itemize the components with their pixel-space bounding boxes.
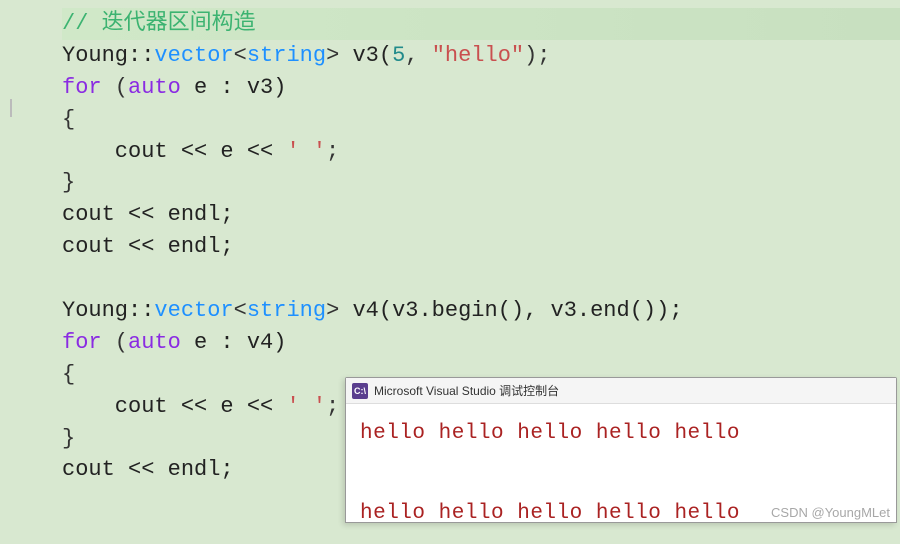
code-line: } (62, 167, 900, 199)
code-line: { (62, 104, 900, 136)
comment-text: // 迭代器区间构造 (62, 11, 256, 36)
code-line-blank (62, 263, 900, 295)
console-title-text: Microsoft Visual Studio 调试控制台 (374, 382, 559, 399)
console-output: hello hello hello hello hello hello hell… (346, 404, 896, 544)
console-output-line: hello hello hello hello hello (360, 414, 882, 454)
debug-console-window[interactable]: C:\ Microsoft Visual Studio 调试控制台 hello … (345, 377, 897, 523)
code-line-comment: // 迭代器区间构造 (62, 8, 900, 40)
code-line: cout << endl; (62, 231, 900, 263)
code-line: for (auto e : v4) (62, 327, 900, 359)
code-line: cout << e << ' '; (62, 136, 900, 168)
gutter-marker (0, 99, 12, 117)
code-line: Young::vector<string> v4(v3.begin(), v3.… (62, 295, 900, 327)
code-line: Young::vector<string> v3(5, "hello"); (62, 40, 900, 72)
watermark-text: CSDN @YoungMLet (771, 505, 890, 520)
console-app-icon: C:\ (352, 383, 368, 399)
console-titlebar[interactable]: C:\ Microsoft Visual Studio 调试控制台 (346, 378, 896, 404)
code-line: cout << endl; (62, 199, 900, 231)
code-line: for (auto e : v3) (62, 72, 900, 104)
